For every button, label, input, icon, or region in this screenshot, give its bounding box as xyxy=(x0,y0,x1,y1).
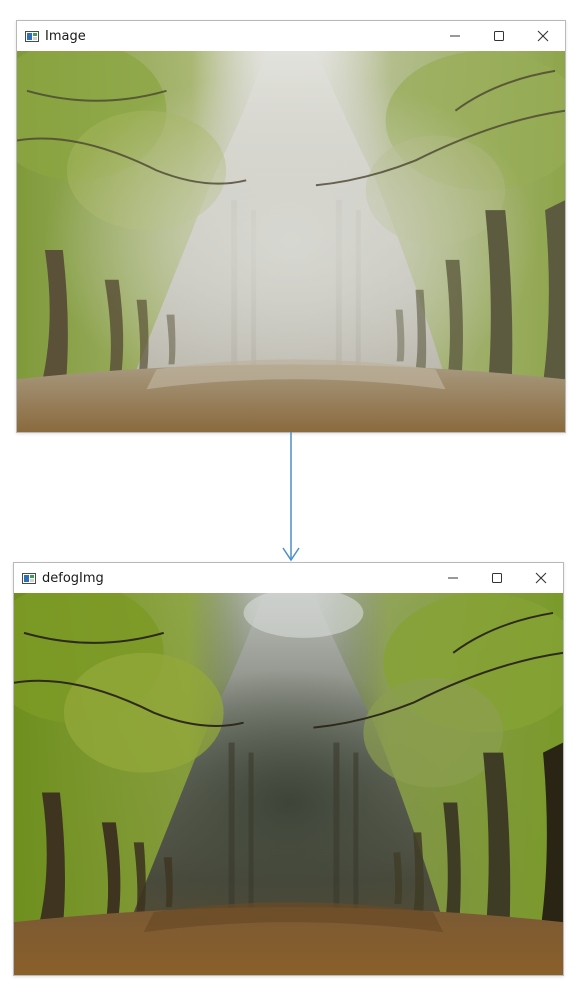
close-button[interactable] xyxy=(519,563,563,593)
window-title: Image xyxy=(45,28,86,44)
window-app-icon xyxy=(25,30,39,42)
minimize-icon xyxy=(448,577,458,579)
maximize-button[interactable] xyxy=(477,21,521,51)
minimize-icon xyxy=(450,35,460,37)
window-controls xyxy=(433,21,565,51)
defog-window-titlebar[interactable]: defogImg xyxy=(14,563,563,593)
defog-display-area xyxy=(14,593,563,975)
close-icon xyxy=(535,572,547,584)
image-display-area xyxy=(17,51,565,432)
foggy-forest-image xyxy=(17,51,565,432)
window-controls xyxy=(431,563,563,593)
close-button[interactable] xyxy=(521,21,565,51)
image-window-titlebar[interactable]: Image xyxy=(17,21,565,51)
maximize-icon xyxy=(494,31,504,41)
defog-image-window: defogImg xyxy=(13,562,564,976)
image-window: Image xyxy=(16,20,566,433)
minimize-button[interactable] xyxy=(433,21,477,51)
close-icon xyxy=(537,30,549,42)
screenshot-canvas: Image defogImg xyxy=(0,0,573,989)
window-title: defogImg xyxy=(42,570,104,586)
minimize-button[interactable] xyxy=(431,563,475,593)
defogged-forest-image xyxy=(14,593,563,975)
maximize-icon xyxy=(492,573,502,583)
window-app-icon xyxy=(22,572,36,584)
maximize-button[interactable] xyxy=(475,563,519,593)
down-arrow-icon xyxy=(282,432,300,562)
